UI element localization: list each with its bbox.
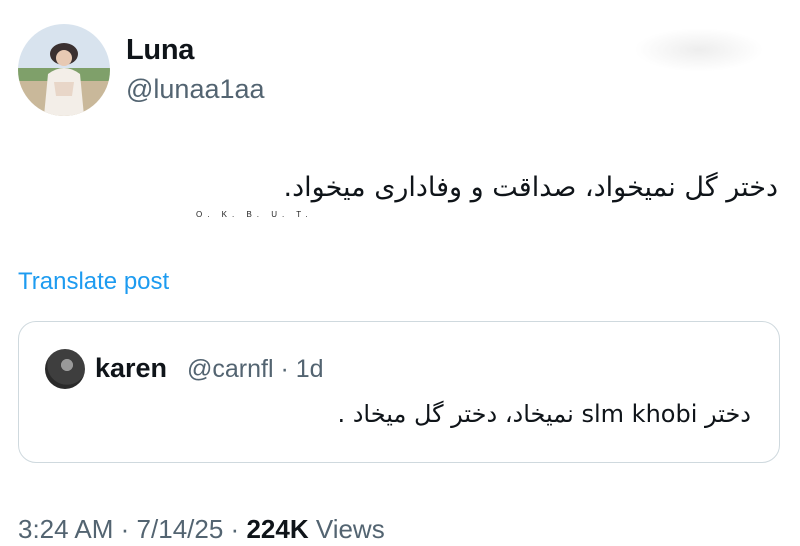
avatar-photo	[44, 43, 84, 116]
watermark	[634, 28, 764, 72]
quote-author-name[interactable]: karen	[95, 353, 167, 384]
views-label: Views	[315, 514, 385, 544]
tweet-caption: O. K. B. U. T.	[196, 210, 313, 219]
author-handle[interactable]: @lunaa1aa	[126, 74, 265, 105]
post-time[interactable]: 3:24 AM	[18, 514, 113, 544]
translate-post-link[interactable]: Translate post	[18, 268, 169, 296]
tweet-text: دختر گل نمیخواد، صداقت و وفاداری میخواد.	[283, 172, 778, 203]
quote-avatar[interactable]	[45, 349, 85, 389]
post-date[interactable]: 7/14/25	[137, 514, 224, 544]
author-name[interactable]: Luna	[126, 34, 194, 67]
meta-separator: ·	[230, 514, 240, 544]
quote-author-handle[interactable]: @carnfl · 1d	[187, 355, 324, 384]
quoted-tweet[interactable]: karen @carnfl · 1d دختر slm khobi نمیخاد…	[18, 321, 780, 463]
quote-text: دختر slm khobi نمیخاد، دختر گل میخاد .	[337, 400, 751, 428]
views-count: 224K	[246, 514, 309, 544]
author-avatar[interactable]	[18, 24, 110, 116]
tweet-meta: 3:24 AM · 7/14/25 · 224K Views	[18, 514, 385, 545]
meta-separator: ·	[120, 514, 130, 544]
